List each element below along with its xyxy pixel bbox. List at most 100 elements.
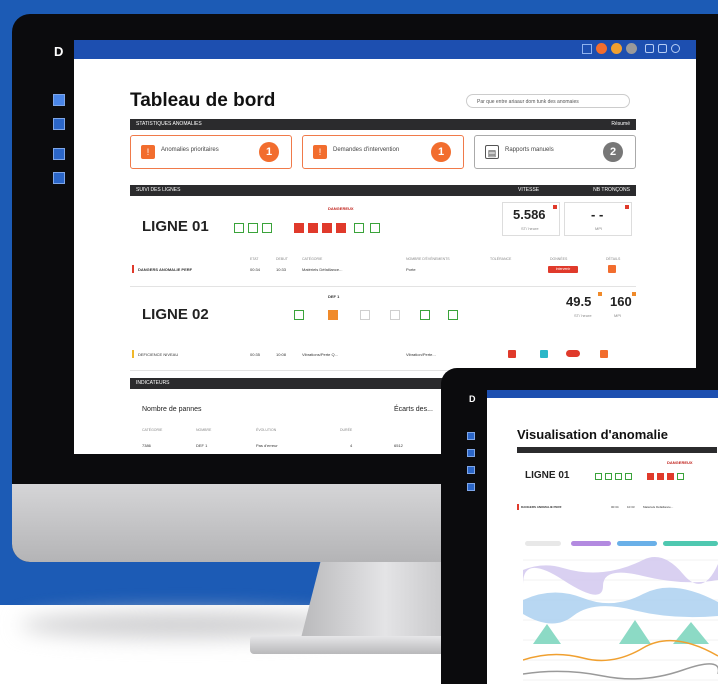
- warning-marker: [598, 292, 602, 296]
- station-alert[interactable]: [322, 223, 332, 233]
- mpi-unit: MPI: [614, 313, 622, 318]
- col-header: CATÉGORIE: [142, 428, 163, 432]
- alert-marker: [553, 205, 557, 209]
- col-header: DONNÉES: [550, 257, 568, 261]
- station-ok[interactable]: [625, 473, 632, 480]
- mpi-kpi: - - MPI: [564, 202, 632, 236]
- mpi-unit: MPI: [595, 226, 603, 231]
- warning-marker: [632, 292, 636, 296]
- tablet-line-name: LIGNE 01: [525, 470, 570, 481]
- station-ok[interactable]: [448, 310, 458, 320]
- cell: 7386: [142, 443, 151, 448]
- line-grey: [523, 663, 718, 680]
- details-icon[interactable]: [608, 265, 616, 273]
- station-alert[interactable]: [647, 473, 654, 480]
- station-ok[interactable]: [420, 310, 430, 320]
- intervene-button[interactable]: Intervenir: [548, 266, 578, 273]
- station-alert[interactable]: [294, 223, 304, 233]
- tolerance-icon[interactable]: [508, 350, 516, 358]
- station-ok[interactable]: [595, 473, 602, 480]
- filter-chip[interactable]: [617, 541, 657, 546]
- status-toggle[interactable]: [566, 350, 580, 357]
- bell-icon[interactable]: [645, 44, 654, 53]
- station-ok[interactable]: [354, 223, 364, 233]
- indicator-title: Écarts des...: [394, 406, 433, 413]
- tablet-sidebar: [467, 432, 475, 500]
- stat-card-reports[interactable]: ▤ Rapports manuels 2: [474, 135, 636, 169]
- stat-card-priority[interactable]: ! Anomalies prioritaires 1: [130, 135, 292, 169]
- app-logo: D: [54, 44, 64, 59]
- user-avatar-icon[interactable]: [611, 43, 622, 54]
- station-ok[interactable]: [605, 473, 612, 480]
- stat-card-count: 2: [603, 142, 623, 162]
- list-icon[interactable]: [53, 118, 65, 130]
- warning-indicator: [132, 350, 134, 358]
- station-alert[interactable]: [308, 223, 318, 233]
- category-value: Matériels Défaillance...: [643, 505, 674, 509]
- lines-section-header: SUIVI DES LIGNES VITESSE NB TRONÇONS: [130, 185, 636, 196]
- stat-card-label: Rapports manuels: [505, 147, 554, 153]
- stat-card-count: 1: [431, 142, 451, 162]
- station-warning[interactable]: [328, 310, 338, 320]
- user-avatar-icon[interactable]: [626, 43, 637, 54]
- dashboard-icon[interactable]: [53, 94, 65, 106]
- alert-marker: [625, 205, 629, 209]
- eye-icon[interactable]: [467, 466, 475, 474]
- band-green: [533, 620, 709, 644]
- end-time: 10:33: [276, 267, 287, 272]
- station-ok[interactable]: [677, 473, 684, 480]
- eye-icon[interactable]: [53, 148, 65, 160]
- col-header: DURÉE: [340, 428, 353, 432]
- list-icon[interactable]: [467, 449, 475, 457]
- line-name: LIGNE 02: [142, 306, 209, 323]
- dashboard-icon[interactable]: [467, 432, 475, 440]
- cell: Pas d'erreur: [256, 443, 278, 448]
- col-header: NOMBRE: [196, 428, 212, 432]
- filter-chip[interactable]: [525, 541, 561, 546]
- col-header: ÉVOLUTION: [256, 428, 277, 432]
- line-name: LIGNE 01: [142, 218, 209, 235]
- line-card-02[interactable]: LIGNE 02 DEF 1 49.5 ST/ heure 160 MPI DE…: [130, 288, 636, 371]
- mail-icon[interactable]: [658, 44, 667, 53]
- lines-section-title: SUIVI DES LIGNES: [136, 187, 181, 193]
- report-icon[interactable]: [540, 350, 548, 358]
- details-icon[interactable]: [600, 350, 608, 358]
- anomaly-filter-input[interactable]: Par que entre ariaaur dom tunk des anoma…: [466, 94, 630, 108]
- alert-indicator: [517, 504, 519, 510]
- tablet-section-header: [517, 447, 717, 453]
- stat-card-interventions[interactable]: ! Demandes d'intervention 1: [302, 135, 464, 169]
- band-purple: [523, 557, 718, 595]
- station-inactive[interactable]: [360, 310, 370, 320]
- station-alert[interactable]: [667, 473, 674, 480]
- user-avatar-icon[interactable]: [596, 43, 607, 54]
- filter-chip[interactable]: [571, 541, 611, 546]
- station-ok[interactable]: [615, 473, 622, 480]
- sections-column-label[interactable]: NB TRONÇONS: [593, 185, 630, 196]
- alert-label: DEFICIENCE NIVEAU: [138, 352, 179, 357]
- speed-kpi: 5.586 ST/ heure: [502, 202, 560, 236]
- settings-icon[interactable]: [671, 44, 680, 53]
- anomaly-time-series-chart[interactable]: [523, 550, 718, 684]
- document-icon[interactable]: [53, 172, 65, 184]
- alert-icon: !: [141, 145, 155, 159]
- station-inactive[interactable]: [390, 310, 400, 320]
- filter-chip[interactable]: [663, 541, 718, 546]
- station-ok[interactable]: [234, 223, 244, 233]
- station-ok[interactable]: [262, 223, 272, 233]
- station-ok[interactable]: [294, 310, 304, 320]
- speed-kpi: 49.5 ST/ heure: [566, 290, 602, 324]
- col-header: NOMBRE D'ÉVÉNEMENTS: [406, 257, 450, 261]
- mpi-kpi: 160 MPI: [604, 290, 636, 324]
- mpi-value: - -: [591, 207, 604, 222]
- document-icon[interactable]: [467, 483, 475, 491]
- tool-icon[interactable]: [582, 43, 592, 54]
- start-time: 00:35: [250, 352, 261, 357]
- tablet-danger-tag: DANGEREUX: [667, 460, 693, 465]
- station-alert[interactable]: [657, 473, 664, 480]
- col-header: DÉTAILS: [606, 257, 621, 261]
- line-card-01[interactable]: LIGNE 01 DANGEREUX 5.586 ST/ heure - - M…: [130, 198, 636, 287]
- station-alert[interactable]: [336, 223, 346, 233]
- station-ok[interactable]: [370, 223, 380, 233]
- stats-section-summary[interactable]: Résumé: [611, 119, 630, 130]
- station-ok[interactable]: [248, 223, 258, 233]
